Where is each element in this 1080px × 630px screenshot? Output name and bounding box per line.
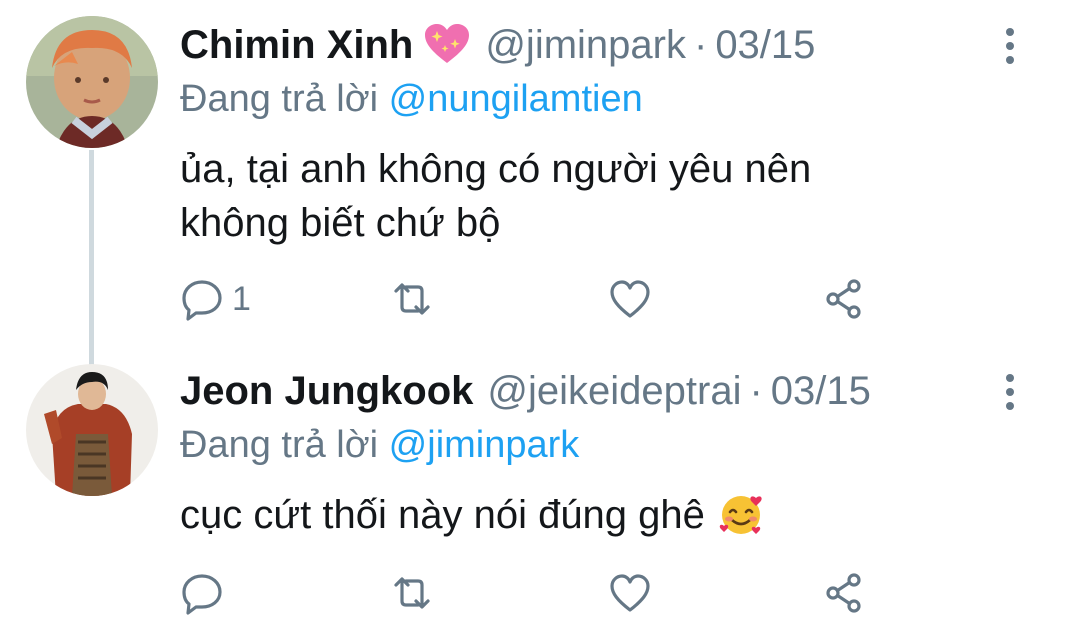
like-button[interactable] bbox=[608, 274, 652, 324]
tweet-text-line: ủa, tại anh không có người yêu nên bbox=[180, 147, 812, 191]
tweet-text-line: không biết chứ bộ bbox=[180, 201, 501, 245]
sparkling-heart-icon bbox=[423, 23, 471, 67]
like-button[interactable] bbox=[608, 568, 652, 618]
share-icon bbox=[826, 573, 861, 613]
user-handle[interactable]: @jeikeideptrai bbox=[487, 369, 741, 414]
replying-to-label: Đang trả lời bbox=[180, 78, 379, 120]
avatar[interactable] bbox=[26, 364, 158, 496]
tweet-text-line: cục cứt thối này nói đúng ghê bbox=[180, 493, 705, 537]
tweet-date[interactable]: 03/15 bbox=[715, 23, 815, 68]
display-name[interactable]: Jeon Jungkook bbox=[180, 369, 473, 414]
retweet-button[interactable] bbox=[390, 568, 434, 618]
replying-to-label: Đang trả lời bbox=[180, 424, 379, 466]
retweet-icon bbox=[394, 283, 430, 315]
more-options-icon[interactable] bbox=[1000, 26, 1020, 66]
replying-to: Đang trả lời @jiminpark bbox=[180, 424, 579, 467]
display-name[interactable]: Chimin Xinh bbox=[180, 23, 413, 68]
replying-to-mention[interactable]: @jiminpark bbox=[389, 424, 580, 466]
more-options-icon[interactable] bbox=[1000, 372, 1020, 412]
reply-count: 1 bbox=[232, 279, 251, 318]
reply-icon bbox=[182, 280, 222, 321]
separator-dot: · bbox=[749, 368, 763, 413]
share-button[interactable] bbox=[822, 274, 866, 324]
avatar[interactable] bbox=[26, 16, 158, 148]
retweet-button[interactable] bbox=[390, 274, 434, 324]
tweet-header: Chimin Xinh @jiminpark · 03/15 bbox=[180, 20, 815, 70]
heart-icon bbox=[610, 574, 650, 612]
smiling-face-with-hearts-icon bbox=[716, 488, 766, 538]
user-handle[interactable]: @jiminpark bbox=[485, 23, 686, 68]
tweet-text: cục cứt thối này nói đúng ghê bbox=[180, 488, 940, 542]
thread-connector-line bbox=[89, 150, 94, 365]
reply-icon bbox=[182, 574, 222, 615]
share-icon bbox=[826, 279, 861, 319]
reply-button[interactable]: 1 bbox=[180, 274, 251, 324]
heart-icon bbox=[610, 280, 650, 318]
retweet-icon bbox=[394, 577, 430, 609]
reply-button[interactable] bbox=[180, 568, 232, 618]
tweet-date[interactable]: 03/15 bbox=[771, 369, 871, 414]
replying-to-mention[interactable]: @nungilamtien bbox=[389, 78, 643, 120]
tweet-text: ủa, tại anh không có người yêu nên không… bbox=[180, 142, 940, 250]
replying-to: Đang trả lời @nungilamtien bbox=[180, 78, 643, 121]
share-button[interactable] bbox=[822, 568, 866, 618]
tweet-header: Jeon Jungkook @jeikeideptrai · 03/15 bbox=[180, 366, 871, 416]
tweet-actions bbox=[180, 568, 900, 618]
separator-dot: · bbox=[693, 22, 708, 67]
tweet-actions: 1 bbox=[180, 274, 900, 324]
